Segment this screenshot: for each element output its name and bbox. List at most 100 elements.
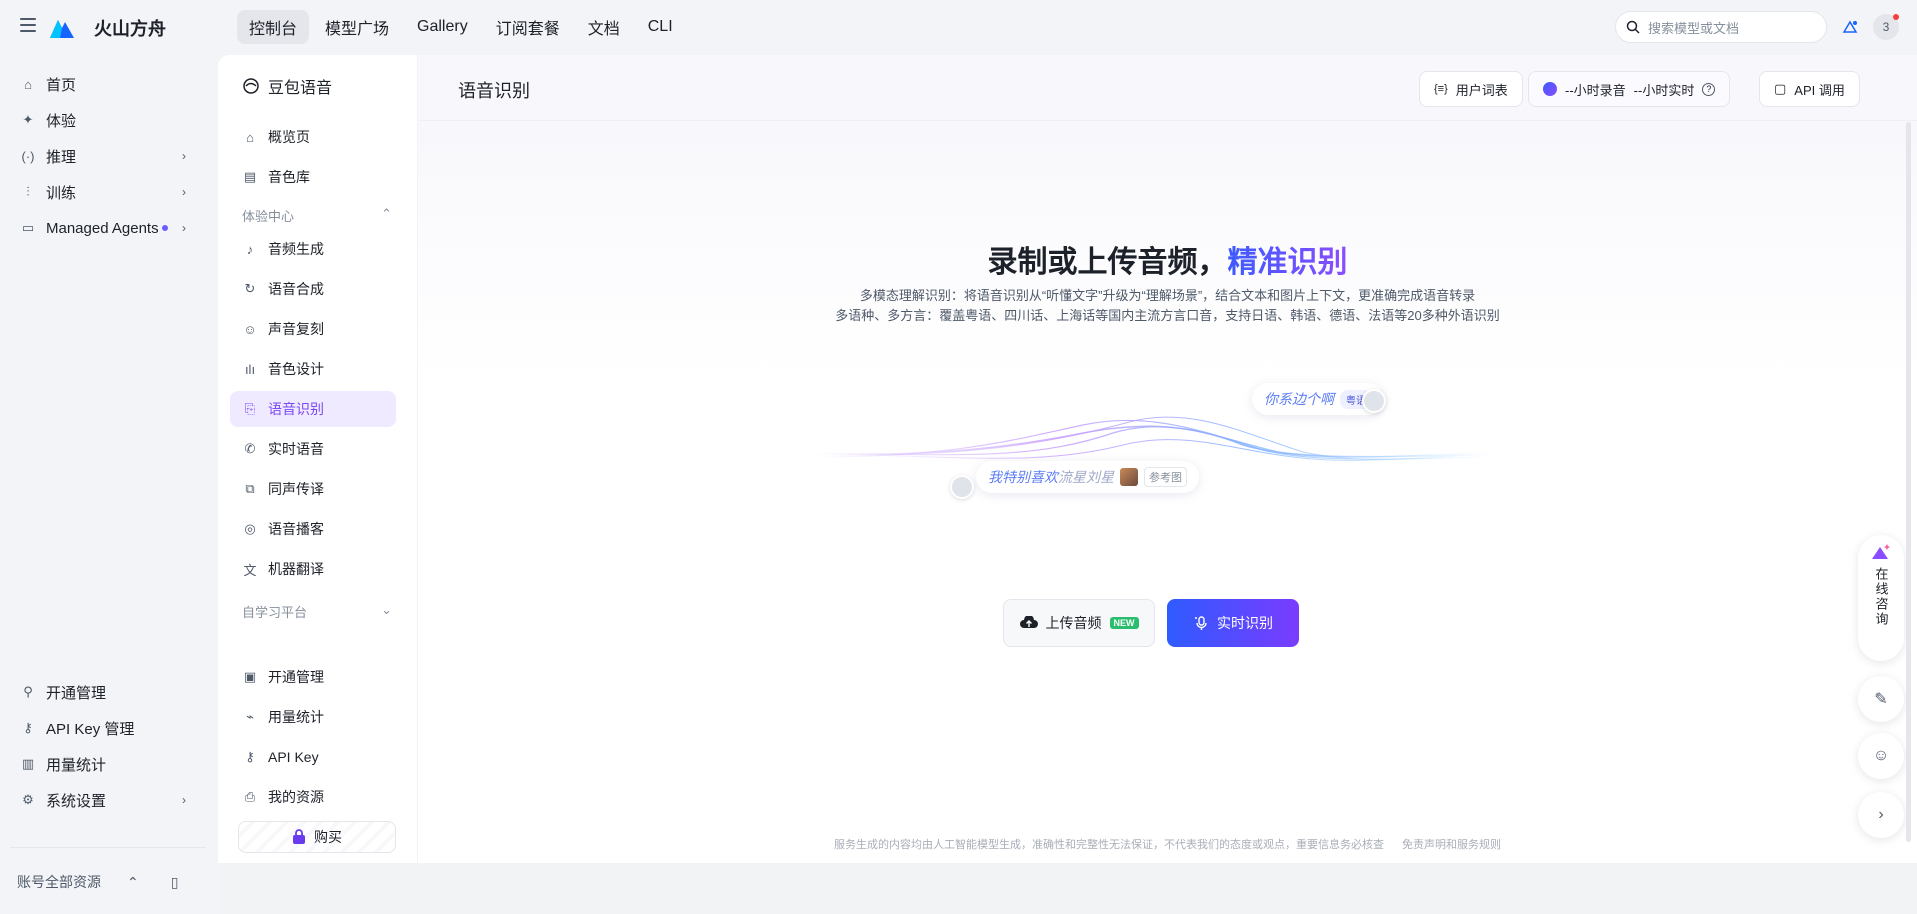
subnav-item-interpretation[interactable]: ⧉ 同声传译 <box>230 471 396 507</box>
announcement-icon[interactable] <box>1842 20 1858 36</box>
nav-item-usage[interactable]: ▥ 用量统计 <box>20 749 200 779</box>
tab-model-square[interactable]: 模型广场 <box>313 10 401 44</box>
subnav-item-api-key[interactable]: ⚷ API Key <box>230 739 396 775</box>
voice-clone-icon: ☺ <box>243 321 257 337</box>
divider <box>10 847 206 848</box>
subnav-item-tts[interactable]: ↻ 语音合成 <box>230 271 396 307</box>
nav-item-settings[interactable]: ⚙ 系统设置 › <box>20 785 200 815</box>
subnav-item-label: 概览页 <box>268 129 310 145</box>
buy-button[interactable]: 购买 <box>238 821 396 853</box>
waveform-icon: ılı <box>244 361 256 377</box>
chevron-right-icon: › <box>182 149 186 163</box>
volcano-logo-icon[interactable] <box>50 16 74 38</box>
nav-item-activation[interactable]: ⚲ 开通管理 <box>20 677 200 707</box>
subnav-item-label: 开通管理 <box>268 669 324 685</box>
subnav-item-voice-design[interactable]: ılı 音色设计 <box>230 351 396 387</box>
smiley-button[interactable]: ☺ <box>1858 733 1904 779</box>
user-dictionary-button[interactable]: {≡} 用户词表 <box>1419 71 1523 107</box>
nav-item-api-key[interactable]: ⚷ API Key 管理 <box>20 713 200 743</box>
product-title-text: 豆包语音 <box>268 80 333 97</box>
interpret-icon: ⧉ <box>245 481 255 496</box>
account-selector[interactable]: 账号全部资源 ⌃ ▯ <box>17 872 178 892</box>
realtime-recognition-button[interactable]: 实时识别 <box>1167 599 1299 647</box>
nav-item-managed-agents[interactable]: ▭ Managed Agents › <box>20 213 200 243</box>
microphone-icon <box>1195 616 1207 630</box>
chat-icon: ▢ <box>1774 81 1787 96</box>
subnav-item-translation[interactable]: 文机器翻译 <box>230 551 396 587</box>
subnav-item-asr[interactable]: ⎘ 语音识别 <box>230 391 396 427</box>
subnav-item-voice-clone[interactable]: ☺ 声音复刻 <box>230 311 396 347</box>
subnav-item-usage[interactable]: ⌁ 用量统计 <box>230 699 396 735</box>
live-label: 实时识别 <box>1217 615 1273 631</box>
feedback-button[interactable]: ✎ <box>1858 676 1904 722</box>
subnav-item-label: 实时语音 <box>268 441 324 457</box>
disclaimer: 服务生成的内容均由人工智能模型生成，准确性和完整性无法保证，不代表我们的态度或观… <box>418 836 1917 852</box>
left-sidebar: ⌂ 首页 ✦ 体验 (·) 推理 › ⫶ 训练 › ▭ Managed Agents › … <box>0 55 218 914</box>
subnav-item-label: 机器翻译 <box>268 561 324 577</box>
tab-cli[interactable]: CLI <box>636 10 685 44</box>
search-placeholder: 搜索模型或文档 <box>1648 20 1740 36</box>
online-consult-button[interactable]: 在线咨询 <box>1858 535 1904 661</box>
subnav-item-audio-gen[interactable]: ♪ 音频生成 <box>230 231 396 267</box>
search-input[interactable]: 搜索模型或文档 <box>1615 11 1827 43</box>
group-experience-center[interactable]: 体验中心 ⌃ <box>242 206 392 225</box>
subnav-item-label: 语音识别 <box>268 401 324 417</box>
chevron-right-icon: › <box>182 221 186 235</box>
collapse-sidebar-icon[interactable]: ▯ <box>171 874 179 891</box>
nav-item-label: 推理 <box>46 148 77 166</box>
nav-item-inference[interactable]: (·) 推理 › <box>20 141 200 171</box>
chevron-right-icon: › <box>1878 806 1884 823</box>
subnav-item-label: 声音复刻 <box>268 321 324 337</box>
disclaimer-text: 服务生成的内容均由人工智能模型生成，准确性和完整性无法保证，不代表我们的态度或观… <box>834 839 1384 851</box>
subnav-item-podcast[interactable]: ◎ 语音播客 <box>230 511 396 547</box>
top-nav: 控制台 模型广场 Gallery 订阅套餐 文档 CLI <box>237 10 685 44</box>
user-avatar[interactable]: 3 <box>1873 14 1899 40</box>
subnav-item-label: 语音合成 <box>268 281 324 297</box>
button-label: 用户词表 <box>1455 82 1508 98</box>
monitor-icon: ▭ <box>21 220 35 235</box>
translate-icon: 文 <box>243 562 257 578</box>
subnav-item-my-resources[interactable]: ⎙ 我的资源 <box>230 779 396 815</box>
group-self-learning[interactable]: 自学习平台 ⌄ <box>242 602 392 621</box>
subnav-item-activation[interactable]: ▣ 开通管理 <box>230 659 396 695</box>
tab-docs[interactable]: 文档 <box>576 10 632 44</box>
sliders-icon: ⫶ <box>26 184 30 199</box>
consult-label: 在线咨询 <box>1873 567 1889 627</box>
subnav-item-label: API Key <box>268 749 319 765</box>
hero-description-line1: 多模态理解识别：将语音识别从“听懂文字”升级为“理解场景”，结合文本和图片上下文… <box>859 288 1476 303</box>
terms-link[interactable]: 免责声明和服务规则 <box>1402 839 1501 851</box>
overview-icon: ⌂ <box>246 129 254 145</box>
help-icon[interactable]: ? <box>1702 82 1716 96</box>
subnav-item-realtime-voice[interactable]: ✆ 实时语音 <box>230 431 396 467</box>
chevron-right-icon: › <box>182 793 186 807</box>
quota-indicator[interactable]: --小时录音 --小时实时 ? <box>1528 71 1731 107</box>
menu-icon[interactable] <box>20 18 36 32</box>
scrollbar[interactable] <box>1906 122 1911 842</box>
key-icon: ⚷ <box>245 749 255 764</box>
nav-item-training[interactable]: ⫶ 训练 › <box>20 177 200 207</box>
tab-console[interactable]: 控制台 <box>237 10 310 44</box>
nav-item-experience[interactable]: ✦ 体验 <box>20 105 200 135</box>
new-badge: NEW <box>1109 617 1139 629</box>
tab-subscription[interactable]: 订阅套餐 <box>484 10 572 44</box>
gear-icon: ⚙ <box>22 792 34 807</box>
chevron-up-icon: ⌃ <box>127 873 139 890</box>
nav-item-home[interactable]: ⌂ 首页 <box>20 69 200 99</box>
brand-name[interactable]: 火山方舟 <box>94 15 166 41</box>
main-panel: 豆包语音 ⌂ 概览页 ▤ 音色库 体验中心 ⌃ ♪ 音频生成 ↻ 语音合成 ☺ 声音复刻 ı… <box>218 55 1917 863</box>
expand-button[interactable]: › <box>1858 792 1904 838</box>
smiley-icon: ☺ <box>1872 747 1890 764</box>
hours-realtime: --小时实时 <box>1633 82 1695 98</box>
nav-item-label: 体验 <box>46 112 77 130</box>
subnav-item-overview[interactable]: ⌂ 概览页 <box>230 119 396 155</box>
tts-icon: ↻ <box>244 281 256 296</box>
tab-gallery[interactable]: Gallery <box>405 10 480 44</box>
subnav-item-voice-library[interactable]: ▤ 音色库 <box>230 159 396 195</box>
edit-note-icon: ✎ <box>1874 691 1888 708</box>
speaker-avatar-right <box>1362 389 1386 413</box>
upload-audio-button[interactable]: 上传音频 NEW <box>1003 599 1155 647</box>
chevron-down-icon: ⌄ <box>381 602 392 617</box>
search-icon <box>1626 20 1640 34</box>
api-call-button[interactable]: ▢ API 调用 <box>1759 71 1860 107</box>
nav-item-label: 训练 <box>46 184 77 202</box>
